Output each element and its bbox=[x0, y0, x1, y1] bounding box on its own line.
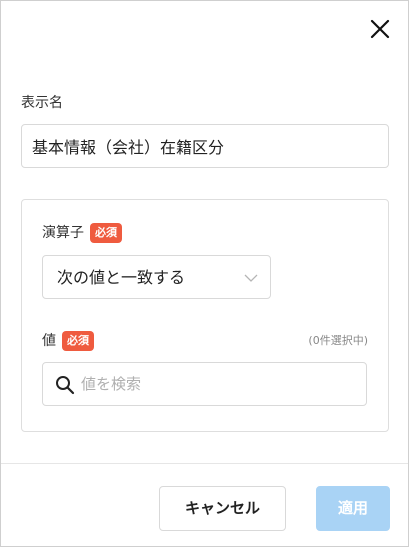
value-label: 値 bbox=[42, 333, 56, 349]
operator-required-badge: 必須 bbox=[90, 223, 122, 243]
value-search-input[interactable] bbox=[81, 363, 361, 405]
chevron-down-icon bbox=[244, 274, 258, 282]
apply-button[interactable]: 適用 bbox=[316, 486, 390, 531]
footer-divider bbox=[1, 463, 408, 464]
value-required-badge: 必須 bbox=[62, 331, 94, 351]
search-icon bbox=[56, 376, 75, 395]
value-label-row: 値必須 bbox=[42, 331, 94, 351]
display-name-input[interactable] bbox=[21, 124, 389, 168]
filter-dialog: 表示名 演算子必須 次の値と一致する 値必須 (0件選択中) キャンセル 適用 bbox=[0, 0, 409, 547]
close-icon bbox=[370, 19, 390, 39]
operator-selected-value: 次の値と一致する bbox=[57, 268, 186, 287]
filter-panel: 演算子 必須 次の値と一致する 値必須 (0件選択中) bbox=[21, 199, 389, 432]
display-name-label: 表示名 bbox=[21, 95, 63, 111]
operator-select[interactable]: 次の値と一致する bbox=[42, 255, 271, 299]
cancel-button[interactable]: キャンセル bbox=[159, 486, 286, 531]
selected-count: (0件選択中) bbox=[308, 334, 368, 347]
value-search-box[interactable] bbox=[42, 362, 367, 406]
close-button[interactable] bbox=[367, 16, 393, 42]
operator-label: 演算子 bbox=[42, 225, 84, 241]
operator-label-row: 演算子 必須 bbox=[42, 223, 122, 243]
